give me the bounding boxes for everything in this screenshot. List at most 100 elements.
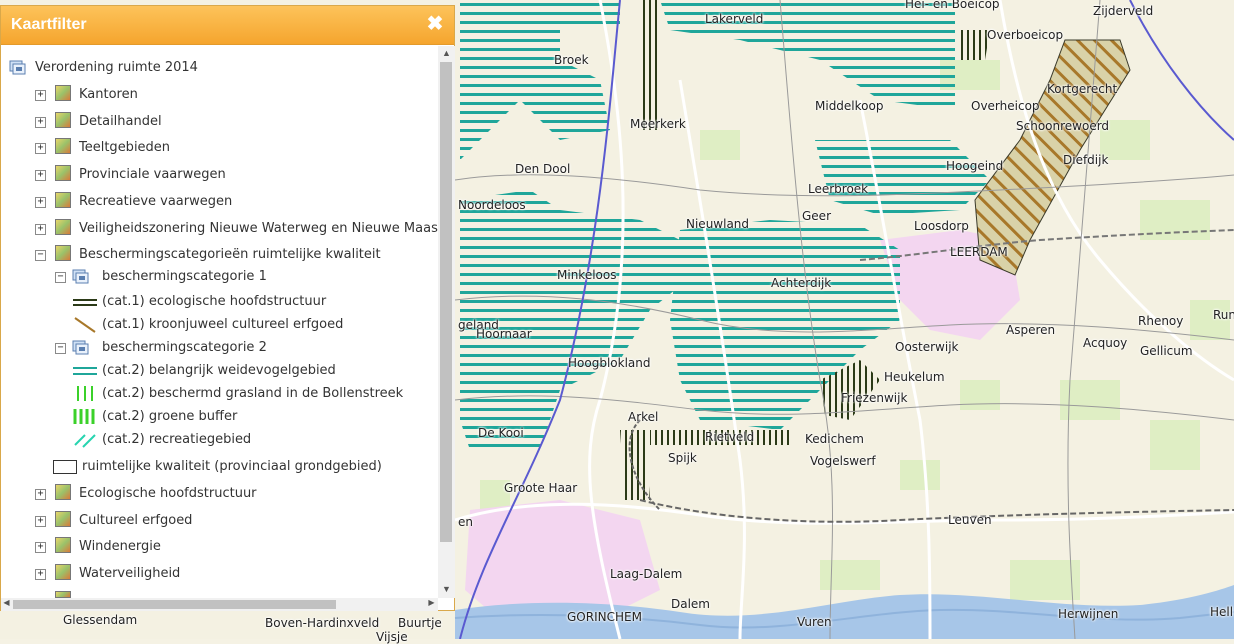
legend-item: (cat.2) recreatiegebied — [71, 430, 431, 450]
tree-layer-label: Kantoren — [79, 87, 138, 102]
tree-layer-label: Windenergie — [79, 539, 161, 554]
tree-layer[interactable]: + Detailhandel — [35, 112, 435, 132]
tree-layer[interactable]: + Windenergie — [35, 537, 435, 557]
map-label: Boven-Hardinxveld — [265, 616, 380, 630]
expand-icon[interactable]: + — [35, 197, 46, 208]
map-label: Vijsje — [376, 630, 408, 644]
layer-icon — [55, 192, 71, 208]
bollenstreek-swatch-icon — [77, 386, 93, 401]
groene-buffer-swatch-icon — [73, 409, 95, 424]
legend-item-label: (cat.2) belangrijk weidevogelgebied — [102, 363, 336, 378]
legend-item: ruimtelijke kwaliteit (provinciaal grond… — [51, 457, 431, 477]
map-label: Overheicop — [971, 99, 1040, 113]
tree-layer-label: Beschermingscategorieën ruimtelijke kwal… — [79, 247, 381, 262]
layer-tree: Verordening ruimte 2014 + Kantoren + Det… — [1, 45, 438, 598]
map-label: Hoogblokland — [568, 356, 651, 370]
map-label: Acquoy — [1083, 336, 1128, 350]
tree-layer[interactable]: + Kantoren — [35, 85, 435, 105]
tree-layer[interactable]: + Recreatieve vaarwegen — [35, 192, 435, 212]
map-label: Heukelum — [884, 370, 945, 384]
map-label: Overboeicop — [987, 28, 1064, 42]
tree-layer[interactable]: + Cultureel erfgoed — [35, 511, 435, 531]
layer-icon — [55, 591, 71, 598]
map-label: Laag-Dalem — [610, 567, 683, 581]
map-label: Buurtje — [398, 616, 442, 630]
map-label: Rhenoy — [1138, 314, 1184, 328]
map-label: Gellicum — [1140, 344, 1193, 358]
map-label: Lakerveld — [705, 12, 764, 26]
expand-icon[interactable]: + — [35, 170, 46, 181]
tree-layer-label: Veiligheidszonering Nieuwe Waterweg en N… — [79, 221, 438, 236]
layer-icon — [55, 85, 71, 101]
kaartfilter-panel: Kaartfilter ✖ Verordening ruimte 2014 + … — [0, 5, 455, 611]
map-label: LEERDAM — [950, 245, 1008, 259]
legend-item-label: (cat.1) kroonjuweel cultureel erfgoed — [102, 317, 344, 332]
ehs-line-swatch-icon — [73, 299, 97, 306]
legend-item: (cat.2) belangrijk weidevogelgebied — [71, 361, 431, 381]
tree-layer[interactable]: + Provinciale vaarwegen — [35, 165, 435, 185]
map-label: Arkel — [628, 410, 659, 424]
tree-layer[interactable]: − Beschermingscategorieën ruimtelijke kw… — [35, 245, 435, 265]
map-label: Hei- en Boeicop — [905, 0, 1000, 11]
expand-icon[interactable]: + — [35, 90, 46, 101]
layer-icon — [55, 138, 71, 154]
layer-icon — [55, 245, 71, 261]
scroll-up-icon[interactable]: ▲ — [438, 48, 455, 58]
tree-layer[interactable]: + Teeltgebieden — [35, 138, 435, 158]
legend-item-label: (cat.2) recreatiegebied — [102, 432, 252, 447]
tree-layer-label: Ecologische hoofdstructuur — [79, 486, 257, 501]
layer-group-icon — [9, 60, 26, 75]
map-label: Spijk — [668, 451, 697, 465]
grondgebied-swatch-icon — [53, 460, 77, 474]
map-label: Minkeloos — [557, 268, 617, 282]
tree-layer[interactable]: + Ecologische hoofdstructuur — [35, 484, 435, 504]
map-label: Zijderveld — [1093, 4, 1154, 18]
layer-icon — [55, 564, 71, 580]
map-label: Leerbroek — [808, 182, 869, 196]
collapse-icon[interactable]: − — [55, 272, 66, 283]
map-label: Run — [1213, 308, 1234, 322]
vertical-scrollbar[interactable]: ▲ ▼ — [438, 46, 455, 598]
expand-icon[interactable]: + — [35, 143, 46, 154]
tree-root-label: Verordening ruimte 2014 — [35, 60, 198, 75]
map-label: Geer — [802, 209, 831, 223]
map-label: Schoonrewoerd — [1016, 119, 1110, 133]
map-label: Herwijnen — [1058, 607, 1119, 621]
map-label: Middelkoop — [815, 99, 884, 113]
tree-group-cat2[interactable]: − beschermingscategorie 2 — [55, 338, 435, 358]
map-label: Kedichem — [805, 432, 864, 446]
layer-icon — [55, 537, 71, 553]
expand-icon[interactable]: + — [35, 542, 46, 553]
collapse-icon[interactable]: − — [35, 250, 46, 261]
expand-icon[interactable]: + — [35, 516, 46, 527]
map-label: Nieuwland — [686, 217, 750, 231]
close-button[interactable]: ✖ — [424, 13, 446, 35]
expand-icon[interactable]: + — [35, 117, 46, 128]
horizontal-scrollbar[interactable]: ◀ ▶ — [1, 598, 438, 611]
legend-item: (cat.2) groene buffer — [71, 407, 431, 427]
scroll-right-icon[interactable]: ▶ — [423, 598, 440, 607]
expand-icon[interactable]: + — [35, 569, 46, 580]
recreatiegebied-swatch-icon — [74, 434, 96, 448]
tree-layer-label: Detailhandel — [79, 114, 162, 129]
layer-icon — [55, 219, 71, 235]
layer-icon — [55, 511, 71, 527]
vertical-scroll-thumb[interactable] — [440, 62, 452, 542]
collapse-icon[interactable]: − — [55, 343, 66, 354]
map-label: De Kooi — [478, 426, 524, 440]
tree-layer[interactable]: + Veiligheidszonering Nieuwe Waterweg en… — [35, 219, 438, 239]
map-label: Hoogeind — [946, 159, 1004, 173]
kroonjuweel-swatch-icon — [74, 317, 96, 333]
map-label: Dalem — [671, 597, 710, 611]
map-label: GORINCHEM — [567, 610, 642, 624]
panel-title: Kaartfilter — [11, 16, 87, 33]
tree-layer-label: Waterveiligheid — [79, 566, 181, 581]
tree-layer[interactable]: + Waterveiligheid — [35, 564, 435, 584]
map-label: Hoornaar — [476, 327, 532, 341]
tree-group-cat1[interactable]: − beschermingscategorie 1 — [55, 267, 435, 287]
expand-icon[interactable]: + — [35, 224, 46, 235]
legend-item: (cat.1) ecologische hoofdstructuur — [71, 292, 431, 312]
scroll-down-icon[interactable]: ▼ — [438, 584, 455, 594]
horizontal-scroll-thumb[interactable] — [13, 600, 336, 609]
expand-icon[interactable]: + — [35, 489, 46, 500]
